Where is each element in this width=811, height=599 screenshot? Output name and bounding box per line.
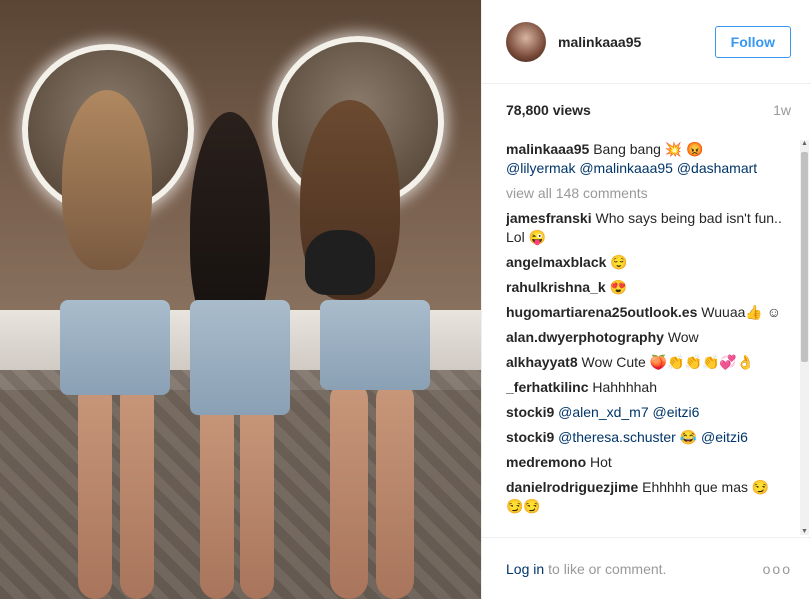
comment-item: angelmaxblack 😌 <box>506 253 786 272</box>
login-link[interactable]: Log in <box>506 561 544 577</box>
more-options-icon[interactable]: ooo <box>763 561 792 577</box>
post-username[interactable]: malinkaaa95 <box>558 34 715 50</box>
comment-username[interactable]: alkhayyat8 <box>506 354 578 370</box>
comment-username[interactable]: stocki9 <box>506 429 554 445</box>
comment-text: Wow Cute 🍑👏👏👏💞👌 <box>581 354 755 370</box>
comment-username[interactable]: _ferhatkilinc <box>506 379 588 395</box>
photo-legs <box>240 400 274 599</box>
comment-username[interactable]: stocki9 <box>506 404 554 420</box>
comment-item: jamesfranski Who says being bad isn't fu… <box>506 209 786 247</box>
post-age[interactable]: 1w <box>773 102 791 118</box>
comment-item: medremono Hot <box>506 453 786 472</box>
comment-item: _ferhatkilinc Hahhhhah <box>506 378 786 397</box>
comment-username[interactable]: angelmaxblack <box>506 254 606 270</box>
comment-text: Wow <box>667 329 699 345</box>
comment-item: rahulkrishna_k 😍 <box>506 278 786 297</box>
view-all-comments-link[interactable]: view all 148 comments <box>506 184 786 203</box>
comment-item: alan.dwyerphotography Wow <box>506 328 786 347</box>
view-count: 78,800 views <box>506 102 591 118</box>
scroll-up-icon[interactable]: ▲ <box>800 140 809 147</box>
photo-legs <box>200 400 234 599</box>
comment-username[interactable]: rahulkrishna_k <box>506 279 606 295</box>
comment-item: stocki9 @theresa.schuster 😂 @eitzi6 <box>506 428 786 447</box>
comment-text: Hahhhhah <box>592 379 657 395</box>
scroll-thumb[interactable] <box>801 152 808 362</box>
comment-scrollbar[interactable]: ▲ ▼ <box>800 140 809 535</box>
scroll-down-icon[interactable]: ▼ <box>800 528 809 535</box>
caption-username[interactable]: malinkaaa95 <box>506 141 589 157</box>
comment-username[interactable]: medremono <box>506 454 586 470</box>
comment-text: 😌 <box>610 254 628 270</box>
photo-top <box>305 230 375 295</box>
comment-item: alkhayyat8 Wow Cute 🍑👏👏👏💞👌 <box>506 353 786 372</box>
caption-mentions[interactable]: @lilyermak @malinkaaa95 @dashamart <box>506 160 757 176</box>
post-stats: 78,800 views 1w <box>482 102 811 118</box>
comment-text: @theresa.schuster 😂 @eitzi6 <box>558 429 748 445</box>
photo-legs <box>376 380 414 599</box>
comment-item: hugomartiarena25outlook.es Wuuaa👍 ☺ <box>506 303 786 322</box>
comment-text: 😍 <box>609 279 627 295</box>
comment-list[interactable]: malinkaaa95 Bang bang 💥 😡 @lilyermak @ma… <box>506 140 786 535</box>
photo-person-left <box>62 90 152 270</box>
comment-item: stocki9 @alen_xd_m7 @eitzi6 <box>506 403 786 422</box>
caption: malinkaaa95 Bang bang 💥 😡 @lilyermak @ma… <box>506 140 786 178</box>
comment-username[interactable]: hugomartiarena25outlook.es <box>506 304 697 320</box>
comment-text: @alen_xd_m7 @eitzi6 <box>558 404 700 420</box>
photo-legs <box>330 380 368 599</box>
photo-legs <box>120 380 154 599</box>
login-prompt-text: to like or comment. <box>548 560 667 577</box>
photo-shorts <box>190 300 290 415</box>
comment-username[interactable]: jamesfranski <box>506 210 592 226</box>
post-modal: malinkaaa95 Follow 78,800 views 1w malin… <box>0 0 811 599</box>
post-footer: Log in to like or comment. ooo <box>482 537 811 599</box>
comment-item: danielrodriguezjime Ehhhhh que mas 😏 😏😏 <box>506 478 786 516</box>
photo-legs <box>78 380 112 599</box>
comment-text: Hot <box>590 454 612 470</box>
post-photo[interactable] <box>0 0 481 599</box>
photo-shorts <box>60 300 170 395</box>
comment-username[interactable]: danielrodriguezjime <box>506 479 638 495</box>
avatar[interactable] <box>506 21 546 62</box>
comment-text: Wuuaa👍 ☺ <box>701 304 782 320</box>
follow-button[interactable]: Follow <box>714 25 791 58</box>
post-sidebar: malinkaaa95 Follow 78,800 views 1w malin… <box>481 0 811 599</box>
comment-username[interactable]: alan.dwyerphotography <box>506 329 664 345</box>
caption-text: Bang bang 💥 😡 <box>593 141 704 157</box>
photo-shorts <box>320 300 430 390</box>
post-header: malinkaaa95 Follow <box>482 0 811 84</box>
